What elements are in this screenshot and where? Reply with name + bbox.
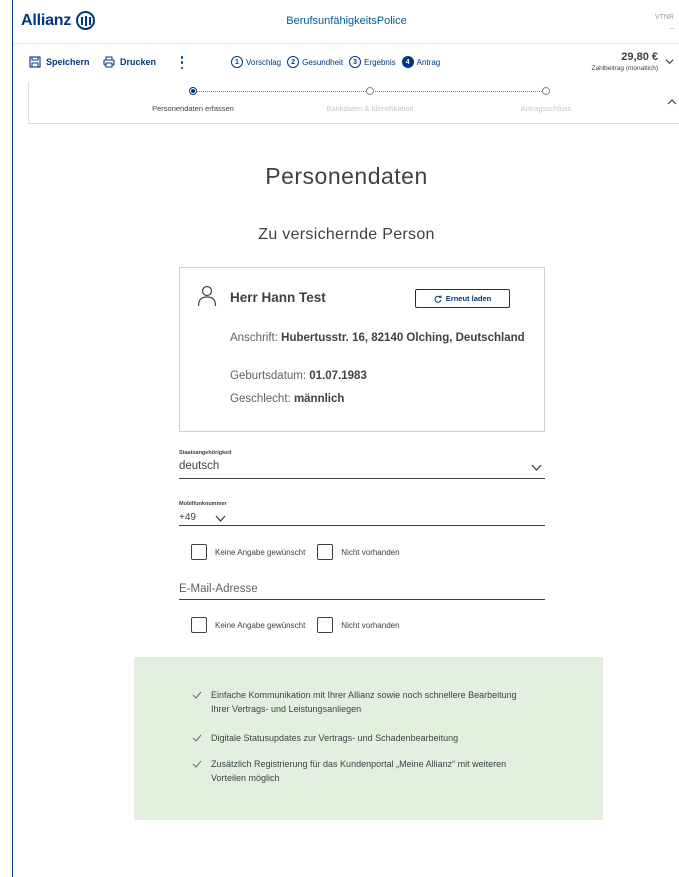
price-summary[interactable]: 29,80 € Zahlbeitrag (monatlich): [592, 51, 658, 72]
step-gesundheit[interactable]: 2 Gesundheit: [287, 56, 343, 68]
page-title: Personendaten: [265, 163, 428, 189]
benefits-box: Einfache Kommunikation mit Ihrer Allianz…: [134, 657, 603, 820]
benefit-item: Digitale Statusupdates zur Vertrags- und…: [192, 731, 552, 745]
step-label: Ergebnis: [364, 57, 396, 67]
more-menu-icon[interactable]: [180, 56, 184, 69]
section-title: Zu versichernde Person: [258, 226, 435, 243]
checkbox-label: Keine Angabe gewünscht: [215, 620, 306, 630]
address-label: Anschrift:: [230, 332, 278, 344]
email-underline: [179, 599, 545, 600]
checkmark-icon: [192, 734, 202, 742]
app-frame: Allianz BerufsunfähigkeitsPolice VTNR – …: [12, 0, 679, 877]
substep-antragsschluss: Antragsschluss: [520, 104, 572, 113]
save-button[interactable]: Speichern: [29, 56, 90, 68]
toolbar: Speichern Drucken 1 Vorschlag 2 Gesundhe…: [13, 45, 679, 81]
checkbox-label: Nicht vorhanden: [341, 547, 400, 557]
person-card: Herr Hann Test Erneut laden Anschrift: H…: [179, 267, 545, 432]
step-label: Vorschlag: [246, 57, 282, 67]
mobile-input[interactable]: [179, 525, 545, 526]
substep-personendaten: Personendaten erfassen: [152, 104, 234, 113]
gender-value: männlich: [293, 393, 345, 405]
vtnr-value: –: [670, 25, 674, 32]
no-answer-checkbox[interactable]: [191, 617, 207, 633]
step-number: 3: [349, 56, 362, 68]
benefit-text: Digitale Statusupdates zur Vertrags- und…: [211, 733, 459, 743]
email-options: Keine Angabe gewünscht Nicht vorhanden: [191, 617, 400, 633]
brand-bar: Allianz BerufsunfähigkeitsPolice VTNR –: [13, 0, 679, 44]
nationality-select[interactable]: deutsch: [179, 460, 219, 472]
sub-progress: Personendaten erfassen Bankdaten & Ident…: [28, 82, 679, 124]
person-name: Herr Hann Test: [230, 290, 326, 305]
reload-button[interactable]: Erneut laden: [415, 289, 510, 308]
benefit-text: Einfache Kommunikation mit Ihrer Allianz…: [211, 690, 517, 714]
step-label: Antrag: [416, 57, 441, 67]
benefit-text: Zusätzlich Registrierung für das Kundenp…: [211, 759, 507, 783]
checkbox-label: Keine Angabe gewünscht: [215, 547, 306, 557]
step-ergebnis[interactable]: 3 Ergebnis: [349, 56, 396, 68]
vtnr-label: VTNR: [654, 14, 674, 21]
progress-dot: [542, 87, 550, 95]
nationality-underline: [179, 478, 545, 479]
progress-dot: [366, 87, 374, 95]
save-icon: [29, 56, 41, 68]
birthdate-label: Geburtsdatum:: [230, 370, 307, 382]
price-value: 29,80 €: [621, 51, 658, 63]
reload-label: Erneut laden: [445, 294, 492, 303]
chevron-up-icon[interactable]: [667, 97, 677, 107]
benefit-item: Zusätzlich Registrierung für das Kundenp…: [192, 757, 522, 785]
save-label: Speichern: [46, 57, 90, 67]
mobile-options: Keine Angabe gewünscht Nicht vorhanden: [191, 544, 400, 560]
not-available-checkbox[interactable]: [317, 617, 334, 633]
gender-line: Geschlecht: männlich: [230, 392, 530, 407]
mobile-label: Mobilfunknummer: [179, 501, 227, 507]
benefit-item: Einfache Kommunikation mit Ihrer Allianz…: [192, 688, 532, 716]
step-vorschlag[interactable]: 1 Vorschlag: [231, 56, 281, 68]
email-input[interactable]: E-Mail-Adresse: [179, 583, 258, 595]
app-title: BerufsunfähigkeitsPolice: [286, 15, 407, 27]
checkmark-icon: [192, 691, 202, 699]
gender-label: Geschlecht:: [230, 393, 291, 405]
address-line: Anschrift: Hubertusstr. 16, 82140 Olchin…: [230, 331, 530, 346]
step-number: 1: [231, 56, 243, 68]
price-label: Zahlbeitrag (monatlich): [591, 65, 658, 72]
checkmark-icon: [192, 760, 202, 768]
checkbox-label: Nicht vorhanden: [341, 620, 400, 630]
print-button[interactable]: Drucken: [103, 56, 156, 68]
refresh-icon: [434, 295, 442, 303]
no-answer-checkbox[interactable]: [191, 544, 207, 560]
step-number: 4: [401, 56, 414, 68]
vtnr: VTNR –: [655, 12, 674, 34]
not-available-checkbox[interactable]: [317, 544, 334, 560]
step-label: Gesundheit: [302, 57, 344, 67]
person-icon: [197, 285, 217, 307]
address-value: Hubertusstr. 16, 82140 Olching, Deutschl…: [281, 332, 525, 344]
step-number: 2: [287, 56, 300, 68]
progress-dot-active: [189, 87, 197, 95]
country-code-select[interactable]: +49: [179, 512, 196, 523]
process-steps: 1 Vorschlag 2 Gesundheit 3 Ergebnis 4 An…: [231, 56, 440, 68]
chevron-down-icon[interactable]: [531, 462, 542, 473]
substep-bankdaten: Bankdaten & Identifikation: [326, 104, 414, 113]
chevron-down-icon[interactable]: [665, 57, 674, 66]
print-label: Drucken: [120, 57, 157, 67]
nationality-label: Staatsangehörigkeit: [179, 450, 232, 456]
printer-icon: [103, 56, 115, 68]
step-antrag[interactable]: 4 Antrag: [401, 56, 441, 68]
birthdate-line: Geburtsdatum: 01.07.1983: [230, 369, 530, 384]
birthdate-value: 01.07.1983: [309, 370, 367, 382]
chevron-down-icon[interactable]: [215, 514, 226, 523]
